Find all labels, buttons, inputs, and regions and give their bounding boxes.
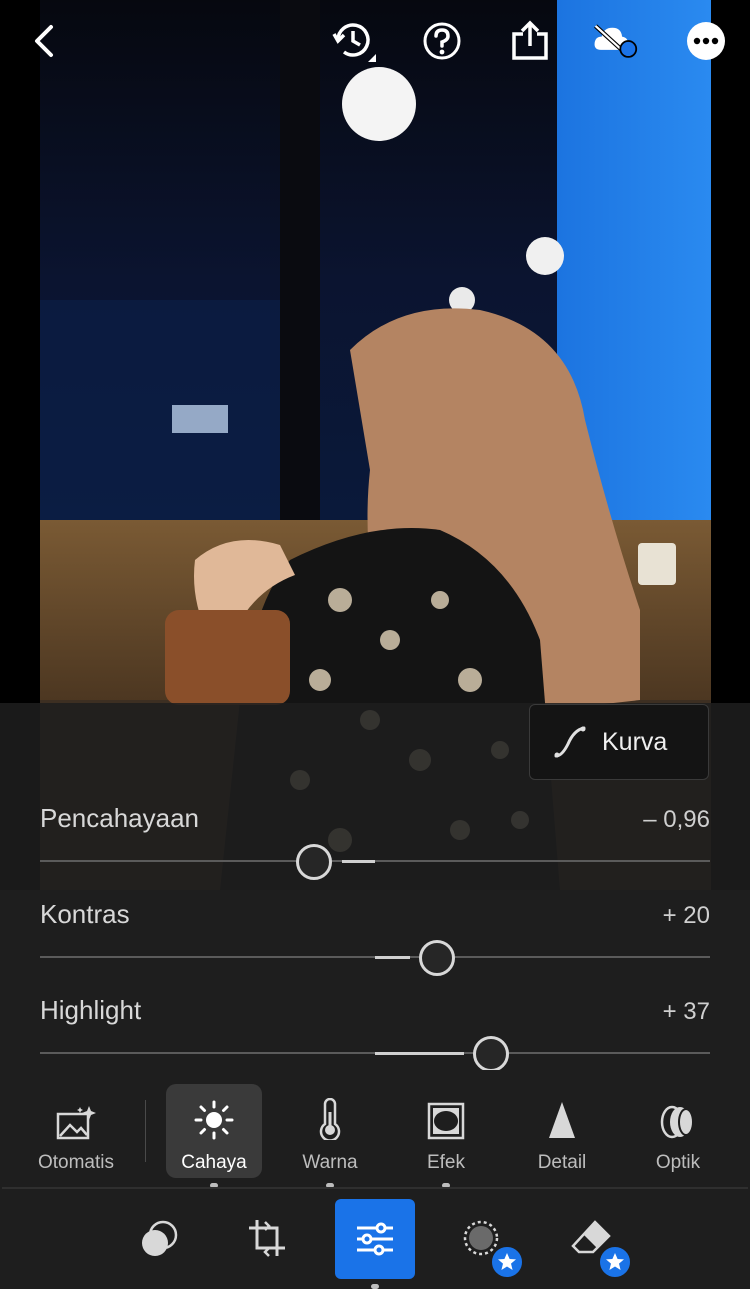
selective-edit-button[interactable] xyxy=(120,1200,198,1278)
tab-divider xyxy=(145,1100,146,1162)
tab-warna[interactable]: Warna xyxy=(282,1084,378,1178)
tab-warna-label: Warna xyxy=(302,1152,358,1173)
thermometer-icon xyxy=(319,1098,341,1140)
more-button[interactable] xyxy=(683,18,729,64)
exposure-label: Pencahayaan xyxy=(40,803,200,833)
toolbar-separator xyxy=(2,1187,748,1189)
star-icon xyxy=(498,1253,516,1270)
tab-optik-label: Optik xyxy=(655,1152,701,1173)
curve-button[interactable]: Kurva xyxy=(529,704,709,780)
curve-label: Kurva xyxy=(602,727,668,756)
auto-image-icon xyxy=(56,1106,96,1140)
highlight-value[interactable]: + 37 xyxy=(550,998,710,1026)
contrast-slider-knob[interactable] xyxy=(419,940,455,976)
help-icon xyxy=(423,22,461,60)
tab-otomatis-label: Otomatis xyxy=(37,1152,115,1173)
exposure-slider-knob[interactable] xyxy=(296,844,332,880)
exposure-value[interactable]: – 0,96 xyxy=(550,806,710,834)
share-icon xyxy=(512,20,548,60)
active-indicator xyxy=(371,1284,379,1289)
crop-button[interactable] xyxy=(228,1200,306,1278)
adjust-sliders-icon xyxy=(357,1222,393,1256)
contrast-label: Kontras xyxy=(40,899,130,929)
tab-detail[interactable]: Detail xyxy=(514,1084,610,1178)
more-icon xyxy=(687,22,725,60)
premium-badge xyxy=(490,1245,524,1279)
highlight-slider-knob[interactable] xyxy=(473,1036,509,1072)
cloud-sync-off-icon xyxy=(594,24,638,58)
tab-cahaya[interactable]: Cahaya xyxy=(166,1084,262,1178)
triangle-icon xyxy=(549,1102,575,1138)
tab-efek[interactable]: Efek xyxy=(398,1084,494,1178)
tab-detail-label: Detail xyxy=(537,1152,587,1173)
crop-icon xyxy=(249,1220,285,1257)
adjust-button[interactable] xyxy=(335,1199,415,1279)
back-button[interactable] xyxy=(22,18,68,64)
vignette-icon xyxy=(427,1102,465,1140)
highlight-label: Highlight xyxy=(40,995,142,1025)
chevron-left-icon xyxy=(35,25,53,57)
history-button[interactable] xyxy=(330,18,376,64)
exposure-slider-fill xyxy=(342,860,375,863)
exposure-slider-track[interactable] xyxy=(40,860,710,862)
tab-cahaya-label: Cahaya xyxy=(181,1152,247,1173)
help-button[interactable] xyxy=(419,18,465,64)
share-button[interactable] xyxy=(507,18,553,64)
sun-icon xyxy=(194,1100,234,1140)
highlight-slider-fill xyxy=(375,1052,464,1055)
contrast-value[interactable]: + 20 xyxy=(550,902,710,930)
tab-optik[interactable]: Optik xyxy=(630,1084,726,1178)
lens-icon xyxy=(660,1105,694,1139)
contrast-slider-fill xyxy=(375,956,410,959)
panel-divider xyxy=(0,1070,750,1084)
star-icon xyxy=(606,1253,624,1270)
selective-edit-icon xyxy=(142,1220,178,1256)
history-icon xyxy=(332,23,376,62)
premium-badge xyxy=(598,1245,632,1279)
curve-icon xyxy=(554,726,586,758)
tab-efek-label: Efek xyxy=(426,1152,466,1173)
tab-otomatis[interactable]: Otomatis xyxy=(28,1084,124,1178)
cloud-sync-button[interactable] xyxy=(592,18,638,64)
